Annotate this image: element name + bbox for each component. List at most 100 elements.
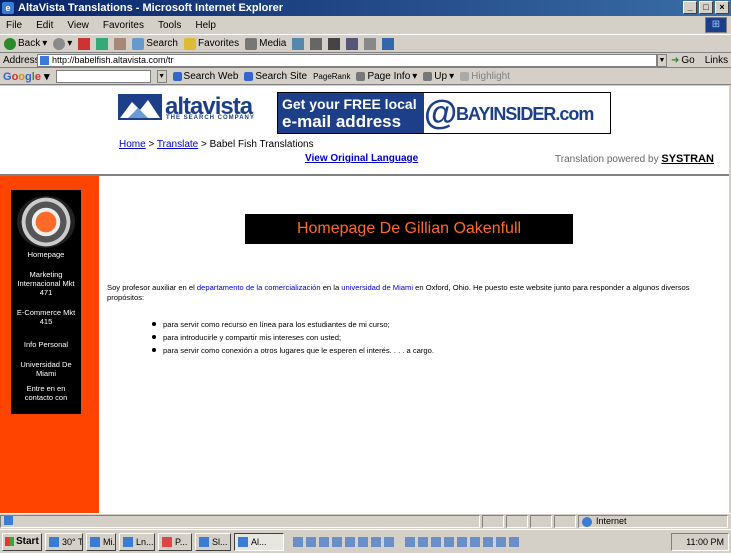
media-label: Media xyxy=(259,38,287,49)
page-status-icon xyxy=(4,516,13,525)
tray-icon[interactable] xyxy=(496,536,506,547)
sidebar-item-homepage[interactable]: Homepage xyxy=(13,250,79,259)
page-icon xyxy=(40,55,49,65)
tray-icon[interactable] xyxy=(418,536,428,547)
window-title-bar[interactable]: e AltaVista Translations - Microsoft Int… xyxy=(0,0,731,16)
search-web-button[interactable]: Search Web xyxy=(172,71,238,82)
back-label: Back xyxy=(18,38,41,49)
media-button[interactable]: Media xyxy=(245,37,287,50)
start-button[interactable]: Start xyxy=(2,532,42,551)
tray-icon[interactable] xyxy=(457,536,467,547)
address-dropdown-button[interactable]: ▼ xyxy=(657,53,667,67)
pagerank-indicator: PageRank xyxy=(313,72,350,81)
page-info-button[interactable]: Page Info ▾ xyxy=(356,71,417,82)
taskbar-item[interactable]: Ln... xyxy=(119,532,155,551)
links-button[interactable]: Links xyxy=(705,55,728,66)
media-icon xyxy=(245,37,258,50)
university-link[interactable]: universidad de Miami xyxy=(341,283,413,292)
taskbar-item[interactable]: 30° T... xyxy=(45,532,83,551)
home-icon[interactable] xyxy=(114,37,127,50)
google-search-dropdown[interactable]: ▼ xyxy=(156,69,167,83)
sidebar-item-universidad[interactable]: Universidad De Miami xyxy=(13,360,79,378)
tray-icon[interactable] xyxy=(358,536,368,547)
edit-icon[interactable] xyxy=(346,37,359,50)
menu-view[interactable]: View xyxy=(67,20,89,31)
bayinsider-ad-banner[interactable]: Get your FREE local e-mail address @ BAY… xyxy=(277,92,611,134)
address-input[interactable]: http://babelfish.altavista.com/tr xyxy=(37,53,657,67)
systran-link[interactable]: SYSTRAN xyxy=(661,153,714,165)
tray-icon[interactable] xyxy=(332,536,342,547)
department-link[interactable]: departamento de la comercialización xyxy=(197,283,321,292)
search-site-label: Search Site xyxy=(255,70,308,82)
page-info-label: Page Info xyxy=(367,70,411,82)
breadcrumb: Home > Translate > Babel Fish Translatio… xyxy=(119,139,314,150)
tray-icon[interactable] xyxy=(319,536,329,547)
discuss-icon[interactable] xyxy=(364,37,377,50)
windows-flag-icon xyxy=(5,537,14,546)
list-item: para introducirle y compartir mis intere… xyxy=(152,331,672,344)
tray-icon[interactable] xyxy=(405,536,415,547)
menu-edit[interactable]: Edit xyxy=(36,20,53,31)
view-original-link[interactable]: View Original Language xyxy=(305,153,418,164)
breadcrumb-translate-link[interactable]: Translate xyxy=(157,139,198,150)
highlight-button[interactable]: Highlight xyxy=(460,71,510,82)
back-button[interactable]: Back ▾ xyxy=(4,37,47,50)
standard-toolbar: Back ▾ ▾ Search Favorites Media xyxy=(0,34,731,53)
ie-task-icon xyxy=(238,536,248,547)
menu-tools[interactable]: Tools xyxy=(158,20,181,31)
up-icon xyxy=(423,71,433,81)
tray-icon[interactable] xyxy=(470,536,480,547)
taskbar-item-active[interactable]: Al... xyxy=(234,532,284,551)
up-button[interactable]: Up ▾ xyxy=(423,71,454,82)
forward-button[interactable]: ▾ xyxy=(53,37,72,50)
app-icon xyxy=(162,536,172,547)
search-site-icon xyxy=(244,71,254,81)
refresh-icon[interactable] xyxy=(96,37,109,50)
search-site-button[interactable]: Search Site xyxy=(244,71,307,82)
tray-icon[interactable] xyxy=(509,536,519,547)
close-button[interactable]: × xyxy=(715,1,729,14)
menu-help[interactable]: Help xyxy=(195,20,216,31)
search-button[interactable]: Search xyxy=(132,37,178,50)
sidebar-item-ecommerce[interactable]: E-Commerce Mkt 415 xyxy=(13,308,79,326)
tray-icon[interactable] xyxy=(444,536,454,547)
go-arrow-icon: ➜ xyxy=(671,54,680,66)
print-icon[interactable] xyxy=(328,37,341,50)
sidebar-item-marketing[interactable]: Marketing Internacional Mkt 471 xyxy=(13,270,79,297)
google-search-input[interactable] xyxy=(55,69,151,83)
menu-favorites[interactable]: Favorites xyxy=(103,20,144,31)
menu-file[interactable]: File xyxy=(6,20,22,31)
tray-icon[interactable] xyxy=(384,536,394,547)
taskbar-item[interactable]: P... xyxy=(158,532,192,551)
messenger-icon[interactable] xyxy=(382,37,395,50)
list-item: para servir como conexión a otros lugare… xyxy=(152,344,672,357)
history-icon[interactable] xyxy=(292,37,305,50)
university-seal-icon xyxy=(17,196,75,248)
mail-icon[interactable] xyxy=(310,37,323,50)
altavista-logo-subtitle: THE SEARCH COMPANY xyxy=(166,115,255,121)
tray-icon[interactable] xyxy=(306,536,316,547)
favorites-label: Favorites xyxy=(197,38,240,49)
breadcrumb-home-link[interactable]: Home xyxy=(119,139,146,150)
app-icon xyxy=(199,536,209,547)
sidebar-item-info-personal[interactable]: Info Personal xyxy=(13,340,79,349)
minimize-button[interactable]: _ xyxy=(683,1,697,14)
go-button[interactable]: ➜ Go xyxy=(671,55,695,66)
sidebar-item-contacto[interactable]: Entre en en contacto con xyxy=(13,384,79,402)
tray-icon[interactable] xyxy=(483,536,493,547)
forward-arrow-icon xyxy=(53,37,66,50)
tray-icon[interactable] xyxy=(345,536,355,547)
ie-icon: e xyxy=(2,2,14,14)
taskbar-item[interactable]: Mi... xyxy=(86,532,116,551)
tray-icon[interactable] xyxy=(431,536,441,547)
taskbar-item[interactable]: Sl... xyxy=(195,532,231,551)
sidebar-nav: Homepage Marketing Internacional Mkt 471… xyxy=(11,190,81,414)
clock[interactable]: 11:00 PM xyxy=(671,532,729,551)
stop-icon[interactable] xyxy=(78,37,91,50)
google-logo[interactable]: Google ▾ xyxy=(3,70,50,83)
tray-icon[interactable] xyxy=(371,536,381,547)
tray-icon[interactable] xyxy=(293,536,303,547)
banner-at-sign: @ xyxy=(424,94,458,132)
maximize-button[interactable]: □ xyxy=(699,1,713,14)
favorites-button[interactable]: Favorites xyxy=(183,37,240,50)
